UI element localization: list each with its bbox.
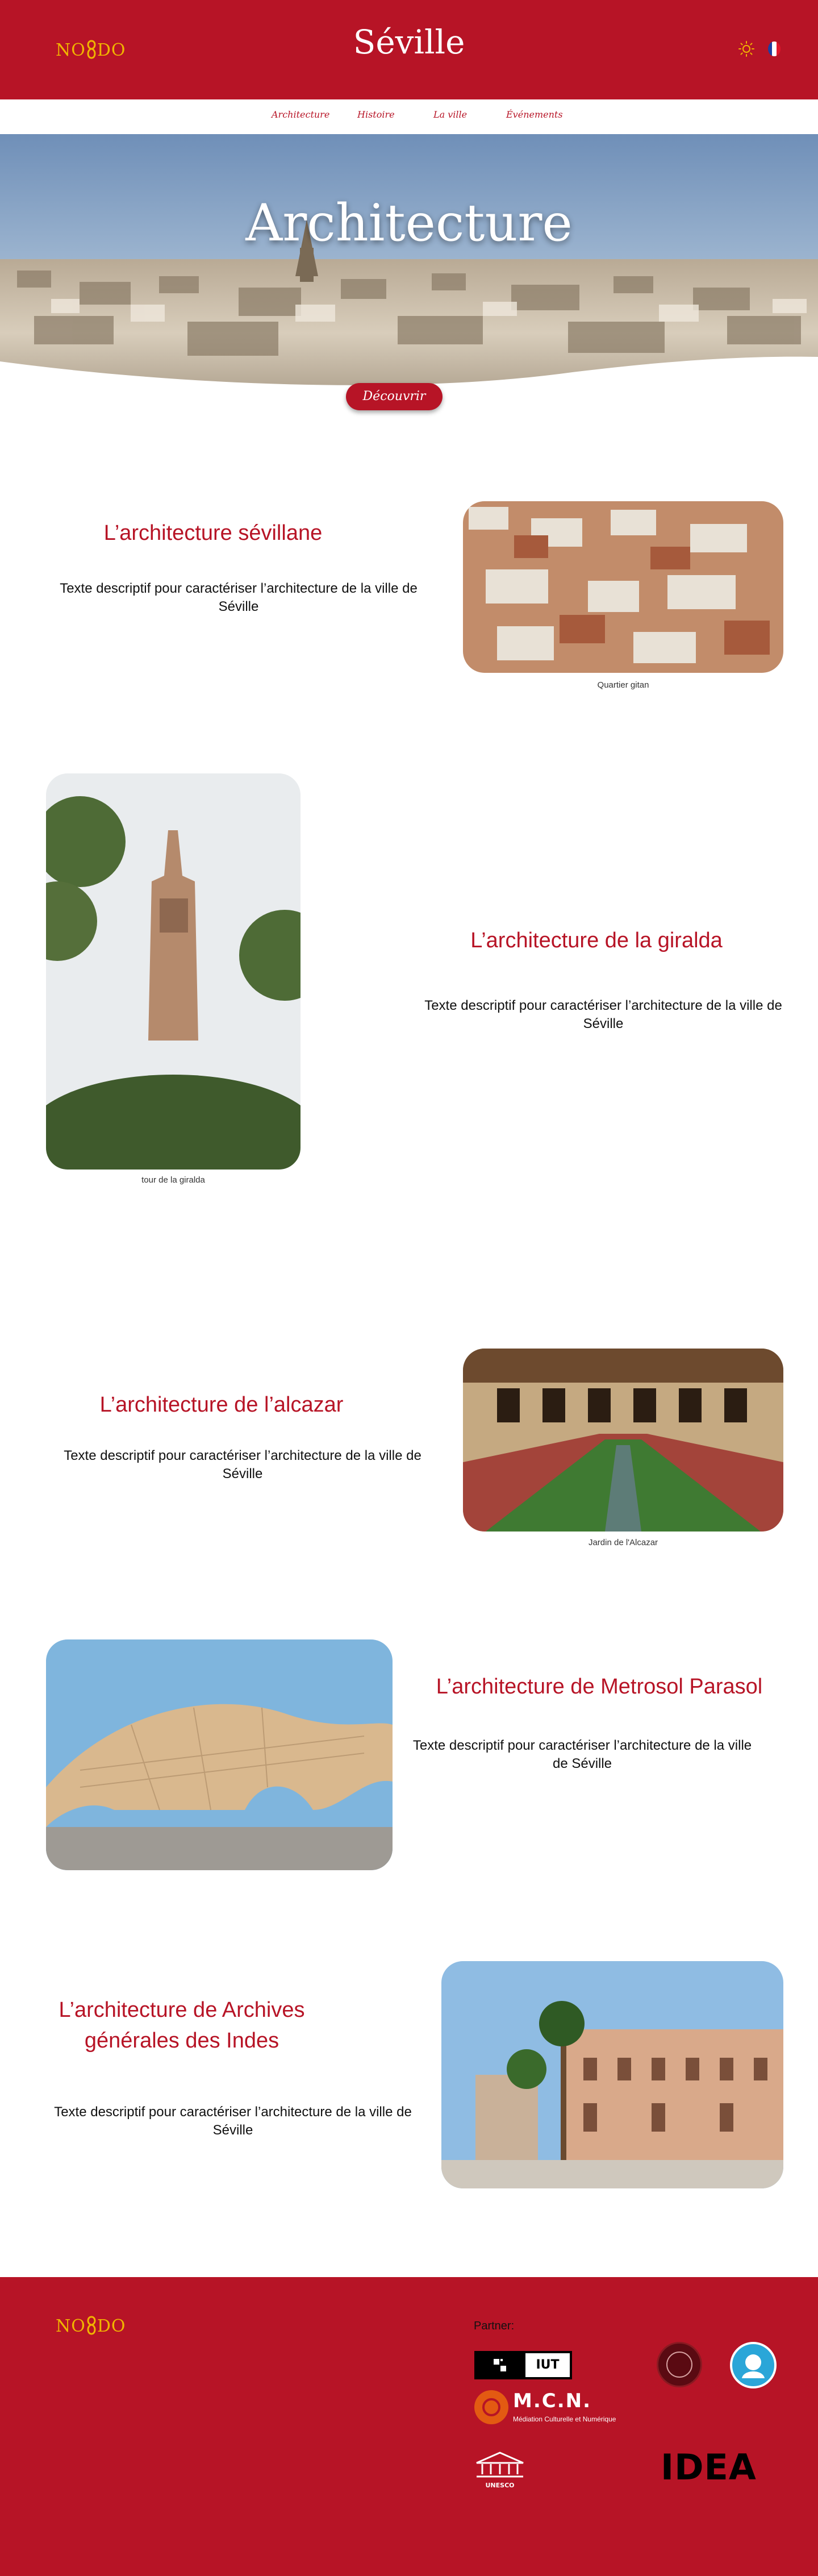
section-title-sevillane: L’architecture sévillane — [103, 521, 323, 545]
university-emblem-icon — [474, 2351, 525, 2379]
hero-city-image — [0, 134, 818, 407]
section-text-alcazar: Texte descriptif pour caractériser l’arc… — [64, 1448, 421, 1481]
partner-logo-idea[interactable]: IDEA — [661, 2446, 757, 2488]
sun-icon[interactable] — [738, 41, 754, 57]
section-title-alcazar: L’architecture de l’alcazar — [99, 1393, 344, 1417]
photo-alcazar — [463, 1349, 783, 1532]
section-title-giralda: L’architecture de la giralda — [470, 929, 723, 952]
caption-quartier-gitan: Quartier gitan — [597, 680, 649, 690]
footer-logo-text-left: NO — [56, 2316, 86, 2336]
nav-item-evenements[interactable]: Événements — [506, 109, 563, 120]
partner-label: Partner: — [474, 2320, 515, 2332]
nav-item-histoire[interactable]: Histoire — [357, 109, 395, 120]
mcn-label: M.C.N. — [513, 2390, 591, 2412]
photo-quartier-gitan — [463, 501, 783, 673]
section-title-metrosol: L’architecture de Metrosol Parasol — [436, 1675, 763, 1699]
caption-alcazar: Jardin de l'Alcazar — [588, 1538, 658, 1547]
partner-logo-seal[interactable] — [657, 2342, 702, 2387]
temple-icon — [476, 2452, 524, 2478]
section-text-giralda: Texte descriptif pour caractériser l’arc… — [424, 998, 782, 1031]
discover-button[interactable]: Découvrir — [346, 383, 443, 410]
mcn-subtitle: Médiation Culturelle et Numérique — [513, 2415, 616, 2423]
footer-nodo-logo[interactable]: NO DO — [56, 2316, 126, 2336]
section-text-archives: Texte descriptif pour caractériser l’arc… — [54, 2104, 412, 2138]
photo-giralda — [46, 773, 301, 1170]
mcn-logo-icon[interactable] — [474, 2390, 508, 2424]
nav-item-architecture[interactable]: Architecture — [272, 109, 329, 120]
nav-item-la-ville[interactable]: La ville — [433, 109, 467, 120]
portrait-badge-icon — [742, 2354, 765, 2378]
main-nav: Architecture Histoire La ville Événement… — [0, 99, 818, 134]
partner-logo-blue-badge[interactable] — [730, 2342, 777, 2388]
section-title-archives: L’architecture de Archives générales des… — [59, 1998, 305, 2053]
partner-logo-unesco[interactable]: UNESCO — [474, 2450, 525, 2490]
french-flag-icon[interactable] — [768, 41, 781, 56]
section-text-sevillane: Texte descriptif pour caractériser l’arc… — [60, 581, 418, 614]
photo-metrosol-parasol — [46, 1639, 393, 1870]
section-text-metrosol: Texte descriptif pour caractériser l’arc… — [412, 1738, 752, 1771]
partner-logo-iut[interactable]: IUT — [474, 2351, 572, 2379]
footer-logo-text-right: DO — [97, 2316, 126, 2336]
caption-giralda: tour de la giralda — [141, 1175, 205, 1185]
seal-icon — [666, 2352, 692, 2378]
photo-archives-indes — [441, 1961, 783, 2188]
hero-title: Architecture — [245, 193, 573, 253]
site-title: Séville — [353, 23, 465, 61]
iut-label: IUT — [525, 2353, 570, 2377]
footer-skein-icon — [87, 2316, 96, 2335]
unesco-label: UNESCO — [485, 2482, 515, 2489]
